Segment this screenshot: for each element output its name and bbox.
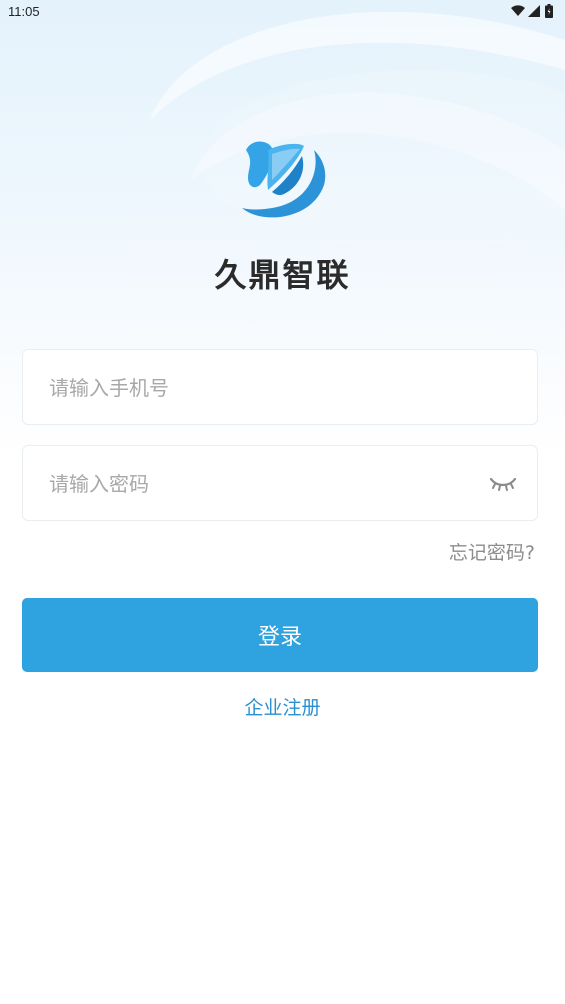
password-input[interactable]	[47, 446, 471, 522]
phone-input[interactable]	[47, 350, 471, 426]
register-link[interactable]: 企业注册	[0, 693, 565, 720]
forgot-password-link[interactable]: 忘记密码?	[449, 538, 535, 565]
eye-closed-icon[interactable]	[489, 474, 517, 492]
status-time: 11:05	[8, 4, 40, 19]
login-button[interactable]: 登录	[22, 598, 538, 672]
app-logo	[232, 130, 332, 230]
status-bar: 11:05	[0, 0, 565, 24]
battery-icon	[545, 4, 553, 18]
butterfly-logo-icon	[242, 141, 326, 218]
wifi-icon	[511, 5, 525, 16]
status-icons	[511, 4, 557, 18]
phone-field[interactable]	[22, 349, 538, 426]
password-field[interactable]	[22, 445, 538, 522]
signal-icon	[528, 5, 540, 17]
app-title: 久鼎智联	[214, 256, 351, 294]
